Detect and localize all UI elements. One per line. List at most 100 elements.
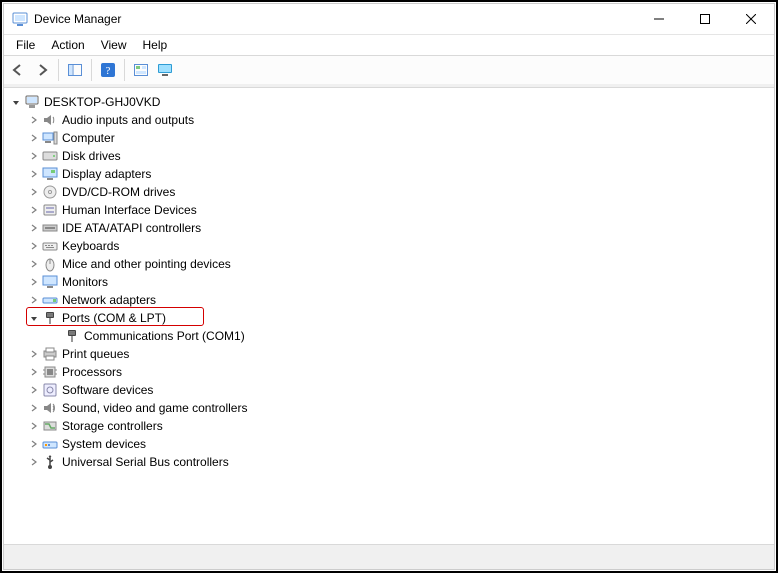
system-icon — [42, 436, 58, 452]
expand-toggle[interactable] — [26, 418, 42, 434]
tree-category-label: Network adapters — [62, 293, 156, 307]
leaf-spacer — [48, 328, 64, 344]
toolbar-separator — [124, 59, 125, 81]
help-button[interactable]: ? — [96, 58, 120, 82]
menubar: File Action View Help — [4, 35, 774, 55]
network-icon — [42, 292, 58, 308]
titlebar: Device Manager — [4, 4, 774, 35]
scan-hardware-button[interactable] — [129, 58, 153, 82]
tree-category-label: DVD/CD-ROM drives — [62, 185, 175, 199]
tree-category-label: System devices — [62, 437, 146, 451]
tree-category-label: Software devices — [62, 383, 153, 397]
expand-toggle[interactable] — [26, 238, 42, 254]
expand-toggle[interactable] — [26, 292, 42, 308]
toolbar-separator — [91, 59, 92, 81]
window-title: Device Manager — [34, 12, 121, 26]
tree-category[interactable]: Processors — [4, 363, 774, 381]
svg-text:?: ? — [106, 65, 111, 77]
tree-category[interactable]: IDE ATA/ATAPI controllers — [4, 219, 774, 237]
disk-icon — [42, 148, 58, 164]
tree-root[interactable]: DESKTOP-GHJ0VKD — [4, 93, 774, 111]
tree-category[interactable]: Storage controllers — [4, 417, 774, 435]
tree-root-label: DESKTOP-GHJ0VKD — [44, 95, 160, 109]
expand-toggle[interactable] — [26, 112, 42, 128]
tree-category-label: Print queues — [62, 347, 129, 361]
sound-icon — [42, 400, 58, 416]
expand-toggle[interactable] — [26, 310, 42, 326]
expand-toggle[interactable] — [26, 346, 42, 362]
display-icon — [42, 166, 58, 182]
tree-category[interactable]: Computer — [4, 129, 774, 147]
tree-category[interactable]: Network adapters — [4, 291, 774, 309]
pc-icon — [42, 130, 58, 146]
cpu-icon — [42, 364, 58, 380]
ide-icon — [42, 220, 58, 236]
mouse-icon — [42, 256, 58, 272]
port-icon — [64, 328, 80, 344]
expand-toggle[interactable] — [26, 274, 42, 290]
expand-toggle[interactable] — [26, 184, 42, 200]
tree-category-label: Storage controllers — [62, 419, 163, 433]
tree-category[interactable]: Display adapters — [4, 165, 774, 183]
tree-device[interactable]: Communications Port (COM1) — [4, 327, 774, 345]
back-button[interactable] — [6, 58, 30, 82]
monitor-icon — [42, 274, 58, 290]
expand-toggle[interactable] — [26, 382, 42, 398]
menu-help[interactable]: Help — [135, 37, 176, 53]
tree-category-label: Audio inputs and outputs — [62, 113, 194, 127]
tree-category-label: Display adapters — [62, 167, 151, 181]
close-button[interactable] — [728, 4, 774, 34]
device-tree[interactable]: DESKTOP-GHJ0VKD Audio inputs and outputs C… — [4, 89, 774, 544]
monitor-button[interactable] — [153, 58, 177, 82]
storage-icon — [42, 418, 58, 434]
port-icon — [42, 310, 58, 326]
minimize-button[interactable] — [636, 4, 682, 34]
tree-category-label: Disk drives — [62, 149, 121, 163]
printer-icon — [42, 346, 58, 362]
software-icon — [42, 382, 58, 398]
expand-toggle[interactable] — [26, 256, 42, 272]
menu-action[interactable]: Action — [43, 37, 92, 53]
maximize-button[interactable] — [682, 4, 728, 34]
tree-category[interactable]: Mice and other pointing devices — [4, 255, 774, 273]
toolbar-separator — [58, 59, 59, 81]
tree-category[interactable]: Sound, video and game controllers — [4, 399, 774, 417]
tree-category-label: Sound, video and game controllers — [62, 401, 247, 415]
usb-icon — [42, 454, 58, 470]
tree-category-label: Ports (COM & LPT) — [62, 311, 166, 325]
toolbar: ? — [4, 55, 774, 85]
tree-category-label: Monitors — [62, 275, 108, 289]
expand-toggle[interactable] — [26, 364, 42, 380]
tree-category[interactable]: Print queues — [4, 345, 774, 363]
tree-category-label: IDE ATA/ATAPI controllers — [62, 221, 201, 235]
tree-category[interactable]: DVD/CD-ROM drives — [4, 183, 774, 201]
tree-category-label: Keyboards — [62, 239, 119, 253]
cd-icon — [42, 184, 58, 200]
tree-category-label: Computer — [62, 131, 115, 145]
tree-category-label: Universal Serial Bus controllers — [62, 455, 229, 469]
tree-category[interactable]: Disk drives — [4, 147, 774, 165]
tree-category[interactable]: Keyboards — [4, 237, 774, 255]
expand-toggle[interactable] — [26, 436, 42, 452]
tree-category[interactable]: System devices — [4, 435, 774, 453]
tree-category[interactable]: Universal Serial Bus controllers — [4, 453, 774, 471]
expand-toggle[interactable] — [26, 148, 42, 164]
tree-category[interactable]: Ports (COM & LPT) — [4, 309, 774, 327]
menu-view[interactable]: View — [93, 37, 135, 53]
forward-button[interactable] — [30, 58, 54, 82]
tree-category[interactable]: Audio inputs and outputs — [4, 111, 774, 129]
menu-file[interactable]: File — [8, 37, 43, 53]
tree-category[interactable]: Monitors — [4, 273, 774, 291]
tree-category[interactable]: Human Interface Devices — [4, 201, 774, 219]
expand-toggle[interactable] — [26, 454, 42, 470]
show-hide-console-tree-button[interactable] — [63, 58, 87, 82]
tree-category[interactable]: Software devices — [4, 381, 774, 399]
expand-toggle[interactable] — [26, 166, 42, 182]
expand-toggle[interactable] — [26, 202, 42, 218]
expand-toggle[interactable] — [26, 130, 42, 146]
expand-toggle[interactable] — [26, 220, 42, 236]
device-manager-window: Device Manager File Action View Help ? D… — [3, 3, 775, 570]
status-bar — [4, 544, 774, 569]
expand-toggle[interactable] — [26, 400, 42, 416]
expand-toggle[interactable] — [8, 94, 24, 110]
